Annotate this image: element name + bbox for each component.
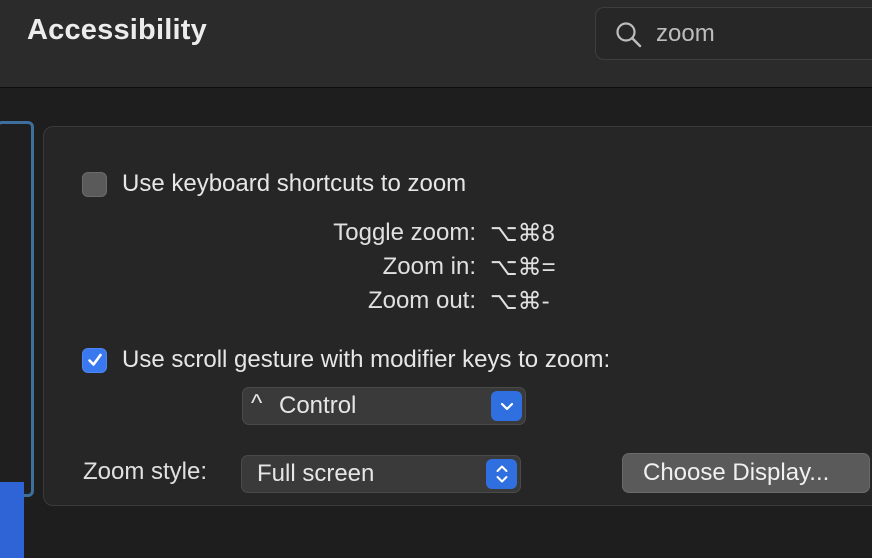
- shortcut-label: Toggle zoom:: [333, 219, 476, 246]
- choose-display-button[interactable]: Choose Display...: [622, 453, 870, 493]
- chevron-down-icon[interactable]: [491, 391, 522, 421]
- keyboard-shortcuts-label: Use keyboard shortcuts to zoom: [122, 170, 467, 197]
- scroll-gesture-checkbox[interactable]: [82, 347, 107, 373]
- checkmark-icon: [87, 353, 102, 366]
- search-field[interactable]: [595, 7, 872, 60]
- page-title: Accessibility: [27, 14, 207, 46]
- zoom-style-value: Full screen: [257, 460, 375, 487]
- search-icon: [616, 22, 642, 48]
- caret-symbol: ^: [251, 390, 263, 417]
- search-input[interactable]: [656, 16, 872, 52]
- up-down-chevron-icon[interactable]: [486, 459, 517, 489]
- sidebar-selected-item[interactable]: [0, 482, 24, 558]
- shortcut-keys: ⌥⌘8: [490, 220, 556, 247]
- shortcut-label: Zoom in:: [382, 253, 476, 280]
- zoom-style-popup[interactable]: Full screen: [241, 455, 521, 493]
- scroll-gesture-label: Use scroll gesture with modifier keys to…: [122, 346, 611, 373]
- shortcut-keys: ⌥⌘-: [490, 288, 550, 315]
- modifier-key-popup[interactable]: ^ Control: [242, 387, 526, 425]
- keyboard-shortcuts-row[interactable]: Use keyboard shortcuts to zoom: [82, 170, 466, 198]
- shortcut-label: Zoom out:: [367, 287, 476, 314]
- scroll-gesture-row[interactable]: Use scroll gesture with modifier keys to…: [82, 346, 610, 374]
- choose-display-label: Choose Display...: [643, 459, 830, 486]
- keyboard-shortcuts-checkbox[interactable]: [82, 171, 107, 197]
- modifier-key-value: Control: [279, 392, 357, 419]
- sidebar[interactable]: [0, 121, 34, 558]
- shortcut-keys: ⌥⌘=: [490, 254, 556, 281]
- title-bar: Accessibility: [0, 0, 872, 88]
- zoom-style-label: Zoom style:: [83, 458, 208, 485]
